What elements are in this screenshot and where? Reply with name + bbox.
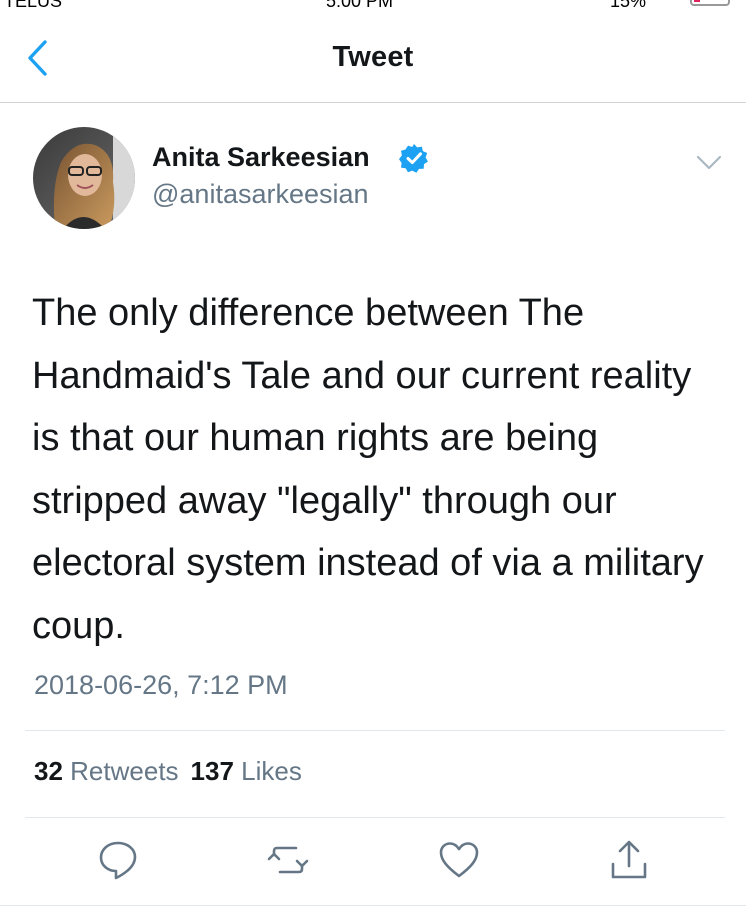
reply-button[interactable] bbox=[96, 838, 140, 882]
page-title: Tweet bbox=[332, 41, 414, 73]
divider bbox=[25, 730, 725, 731]
like-button[interactable] bbox=[437, 838, 481, 882]
carrier-label: TELUS bbox=[4, 0, 63, 11]
engagement-stats: 32 Retweets 137 Likes bbox=[34, 756, 302, 787]
retweet-arrows-icon bbox=[267, 846, 309, 874]
tweet-timestamp: 2018-06-26, 7:12 PM bbox=[34, 670, 288, 700]
battery-percent: 15% bbox=[610, 0, 647, 11]
chevron-down-icon bbox=[696, 155, 722, 170]
author-name[interactable]: Anita Sarkeesian bbox=[152, 142, 370, 173]
heart-icon bbox=[439, 842, 479, 878]
retweets-count: 32 bbox=[34, 756, 63, 786]
more-options-button[interactable] bbox=[694, 150, 724, 174]
divider bbox=[25, 817, 725, 818]
battery-icon bbox=[690, 0, 730, 6]
divider bbox=[0, 905, 746, 906]
author-handle[interactable]: @anitasarkeesian bbox=[152, 179, 369, 210]
retweet-button[interactable] bbox=[266, 838, 310, 882]
tweet-text: The only difference between The Handmaid… bbox=[32, 292, 704, 647]
share-icon bbox=[611, 840, 647, 879]
retweets-label: Retweets bbox=[70, 756, 179, 786]
likes-count: 137 bbox=[190, 756, 234, 786]
navigation-bar: Tweet bbox=[0, 12, 746, 103]
share-button[interactable] bbox=[607, 838, 651, 882]
verified-badge-icon bbox=[399, 144, 428, 173]
likes-label: Likes bbox=[241, 756, 302, 786]
retweets-stat[interactable]: 32 Retweets bbox=[34, 756, 179, 786]
likes-stat[interactable]: 137 Likes bbox=[191, 756, 302, 786]
speech-bubble-icon bbox=[99, 841, 137, 880]
clock: 5:00 PM bbox=[326, 0, 394, 11]
avatar[interactable] bbox=[33, 127, 135, 229]
status-bar: TELUS 5:00 PM 15% bbox=[0, 0, 746, 12]
